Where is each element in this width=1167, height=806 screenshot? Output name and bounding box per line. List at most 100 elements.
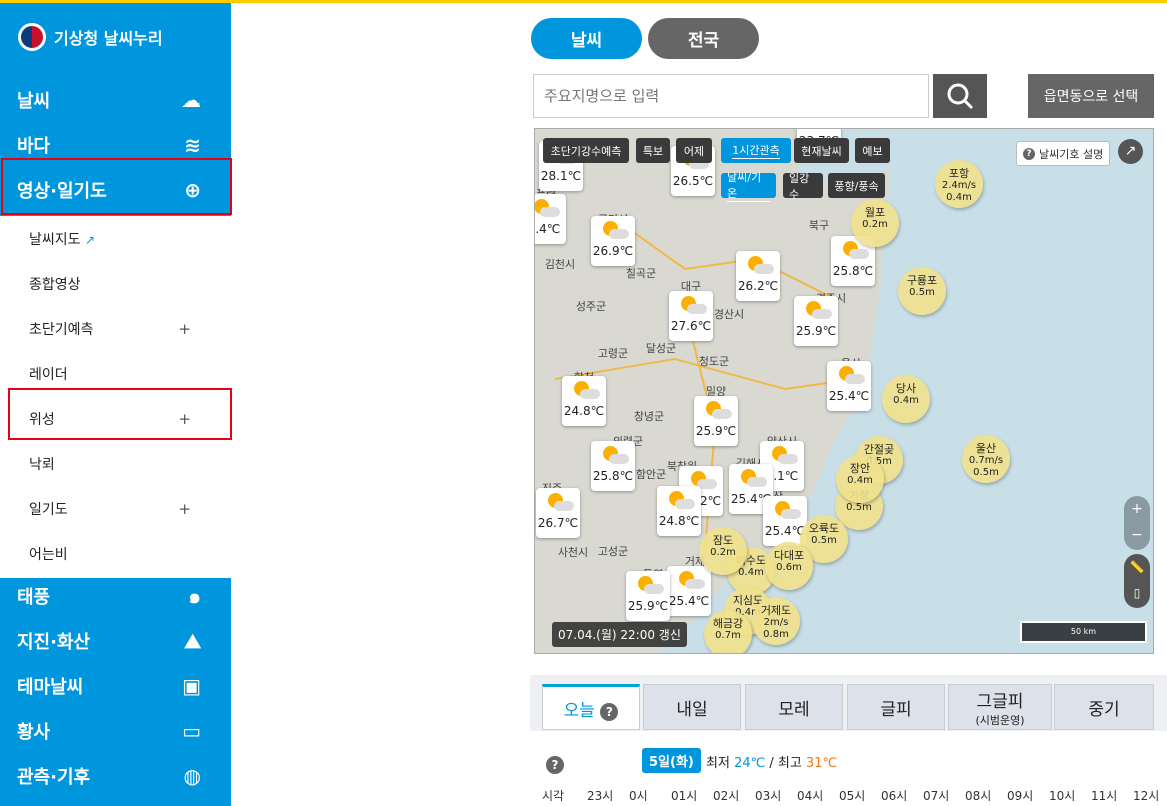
hour-label: 05시 (839, 789, 866, 803)
sea-observation-marker[interactable]: 잠도 0.2m (699, 527, 747, 575)
tab-weather[interactable]: 날씨 (531, 18, 642, 59)
cloud-icon (712, 409, 732, 419)
temperature-value: 25.9℃ (627, 599, 669, 613)
subnav-label: 레이더 (29, 366, 68, 383)
search-button[interactable] (933, 74, 987, 118)
temperature-value: 26.5℃ (672, 174, 714, 188)
nav-item[interactable]: 지진·화산 ⛰ (0, 619, 231, 663)
emd-select-button[interactable]: 읍면동으로 선택 (1028, 74, 1154, 118)
typhoon-icon: ๑ (188, 584, 201, 608)
forecast-tab[interactable]: 내일 (643, 684, 741, 730)
map-mode-button[interactable]: 예보 (855, 138, 890, 163)
map-layer-button[interactable]: 일강수 (783, 172, 823, 201)
nav-label: 황사 (17, 722, 51, 743)
subnav-item[interactable]: 날씨지도 ↗ (0, 216, 231, 261)
sea-observation-marker[interactable]: 당사 0.4m (882, 375, 930, 423)
temperature-marker[interactable]: 25.9℃ (794, 296, 838, 346)
station-name: 장안 (849, 462, 871, 475)
map-mode-button[interactable]: 1시간관측 (721, 138, 791, 163)
temperature-marker[interactable]: 25.8℃ (591, 441, 635, 491)
hour-label: 12시 (1133, 789, 1160, 803)
open-external-icon[interactable]: ↗ (1118, 139, 1143, 164)
ruler-icon[interactable]: 📏 (1124, 554, 1150, 580)
map-mode-button[interactable]: 초단기강수예측 (543, 138, 629, 163)
nav-label: 태풍 (17, 587, 51, 608)
map-mode-button[interactable]: 현재날씨 (794, 138, 849, 163)
kma-logo[interactable]: 기상청 날씨누리 (18, 23, 163, 51)
sea-observation-marker[interactable]: 포항 2.4m/s 0.4m (935, 160, 983, 208)
cloud-icon (845, 374, 865, 384)
temperature-value: 24.8℃ (658, 514, 700, 528)
tab-nationwide[interactable]: 전국 (648, 18, 759, 59)
cloud-icon (675, 499, 695, 509)
sea-observation-marker[interactable]: 해금강 0.7m (704, 610, 752, 653)
map-mode-button[interactable]: 어제 (676, 138, 712, 163)
nav-item[interactable]: 황사 ▭ (0, 709, 231, 753)
wave-height: 0.8m (763, 629, 789, 640)
forecast-tab[interactable]: 오늘 ? (542, 684, 640, 730)
sea-observation-marker[interactable]: 울산 0.7m/s 0.5m (962, 435, 1010, 483)
search-input[interactable] (533, 74, 929, 118)
forecast-tab[interactable]: 모레 (745, 684, 843, 730)
cloud-icon (540, 207, 560, 217)
temperature-marker[interactable]: 26.7℃ (536, 488, 580, 538)
nav-weather[interactable]: 날씨 ☁ (0, 78, 231, 122)
weather-map[interactable]: 김천시구미시칠곡군성주군고령군대구영천경주시울산합천밀양의령군진주양산시김해시부… (534, 128, 1154, 654)
place-label: 함안군 (635, 468, 667, 481)
temperature-marker[interactable]: 24.8℃ (562, 376, 606, 426)
temperature-marker[interactable]: 25.9℃ (694, 396, 738, 446)
temperature-marker[interactable]: 25.4℃ (827, 361, 871, 411)
forecast-tab[interactable]: 그글피 (시범운영) (948, 684, 1052, 730)
temperature-marker[interactable]: 27.6℃ (669, 291, 713, 341)
map-layer-icon[interactable]: ▯ (1124, 580, 1150, 606)
nav-item[interactable]: 관측·기후 ◍ (0, 754, 231, 798)
subnav-item[interactable]: 낙뢰 (0, 441, 231, 486)
tab-label: 글피 (880, 699, 912, 720)
forecast-tab[interactable]: 글피 (847, 684, 945, 730)
button-label: 일강수 (789, 171, 810, 201)
temperature-value: 25.8℃ (592, 469, 634, 483)
forecast-tabs: 오늘 ? 내일 모레 글피 그글피 (시범운영) 중기 (530, 675, 1167, 731)
nav-item[interactable]: 테마날씨 ▣ (0, 664, 231, 708)
zoom-out-button[interactable]: − (1124, 522, 1150, 548)
day-badge: 5일(화) (642, 748, 701, 773)
taegeuk-logo-icon (18, 23, 46, 51)
sea-observation-marker[interactable]: 장안 0.4m (836, 455, 884, 503)
legend-button[interactable]: ? 날씨기호 설명 (1016, 141, 1111, 166)
zoom-in-button[interactable]: + (1124, 496, 1150, 522)
help-icon[interactable]: ? (546, 756, 564, 774)
expand-plus-icon[interactable]: + (178, 500, 191, 518)
sea-observation-marker[interactable]: 월포 0.2m (851, 199, 899, 247)
subnav-item[interactable]: 일기도 + (0, 486, 231, 531)
wave-height: 0.7m (715, 630, 741, 641)
map-mode-button[interactable]: 특보 (636, 138, 670, 163)
temperature-marker[interactable]: 4.4℃ (535, 194, 566, 244)
temperature-marker[interactable]: 25.4℃ (667, 566, 711, 616)
help-icon[interactable]: ? (600, 702, 619, 721)
subnav-item[interactable]: 어는비 (0, 531, 231, 576)
sea-observation-marker[interactable]: 거제도 2m/s 0.8m (752, 597, 800, 645)
temperature-marker[interactable]: 25.9℃ (626, 571, 670, 621)
tab-label: 오늘 (563, 700, 595, 721)
station-name: 잠도 (712, 534, 734, 547)
subnav-item[interactable]: 종합영상 (0, 261, 231, 306)
nav-label: 관측·기후 (17, 767, 91, 788)
wave-height: 0.5m (811, 535, 837, 546)
tab-label: 모레 (778, 699, 810, 720)
sea-observation-marker[interactable]: 다대포 0.6m (765, 542, 813, 590)
map-layer-button[interactable]: 풍향/풍속 (828, 173, 885, 198)
wave-height: 0.5m (973, 467, 999, 478)
temperature-marker[interactable]: 26.2℃ (736, 251, 780, 301)
subnav-label: 낙뢰 (29, 456, 55, 473)
nav-item[interactable]: 태풍 ๑ (0, 574, 231, 618)
temperature-marker[interactable]: 26.9℃ (591, 216, 635, 266)
place-label: 달성군 (645, 342, 677, 355)
subnav-item[interactable]: 초단기예측 + (0, 306, 231, 351)
earthquake-icon: ⛰ (184, 629, 201, 653)
expand-plus-icon[interactable]: + (178, 320, 191, 338)
sea-observation-marker[interactable]: 구룡포 0.5m (898, 267, 946, 315)
map-layer-button[interactable]: 날씨/기온 (721, 171, 776, 202)
forecast-tab[interactable]: 중기 (1054, 684, 1154, 730)
temperature-marker[interactable]: 24.8℃ (657, 486, 701, 536)
hour-label: 09시 (1007, 789, 1034, 803)
